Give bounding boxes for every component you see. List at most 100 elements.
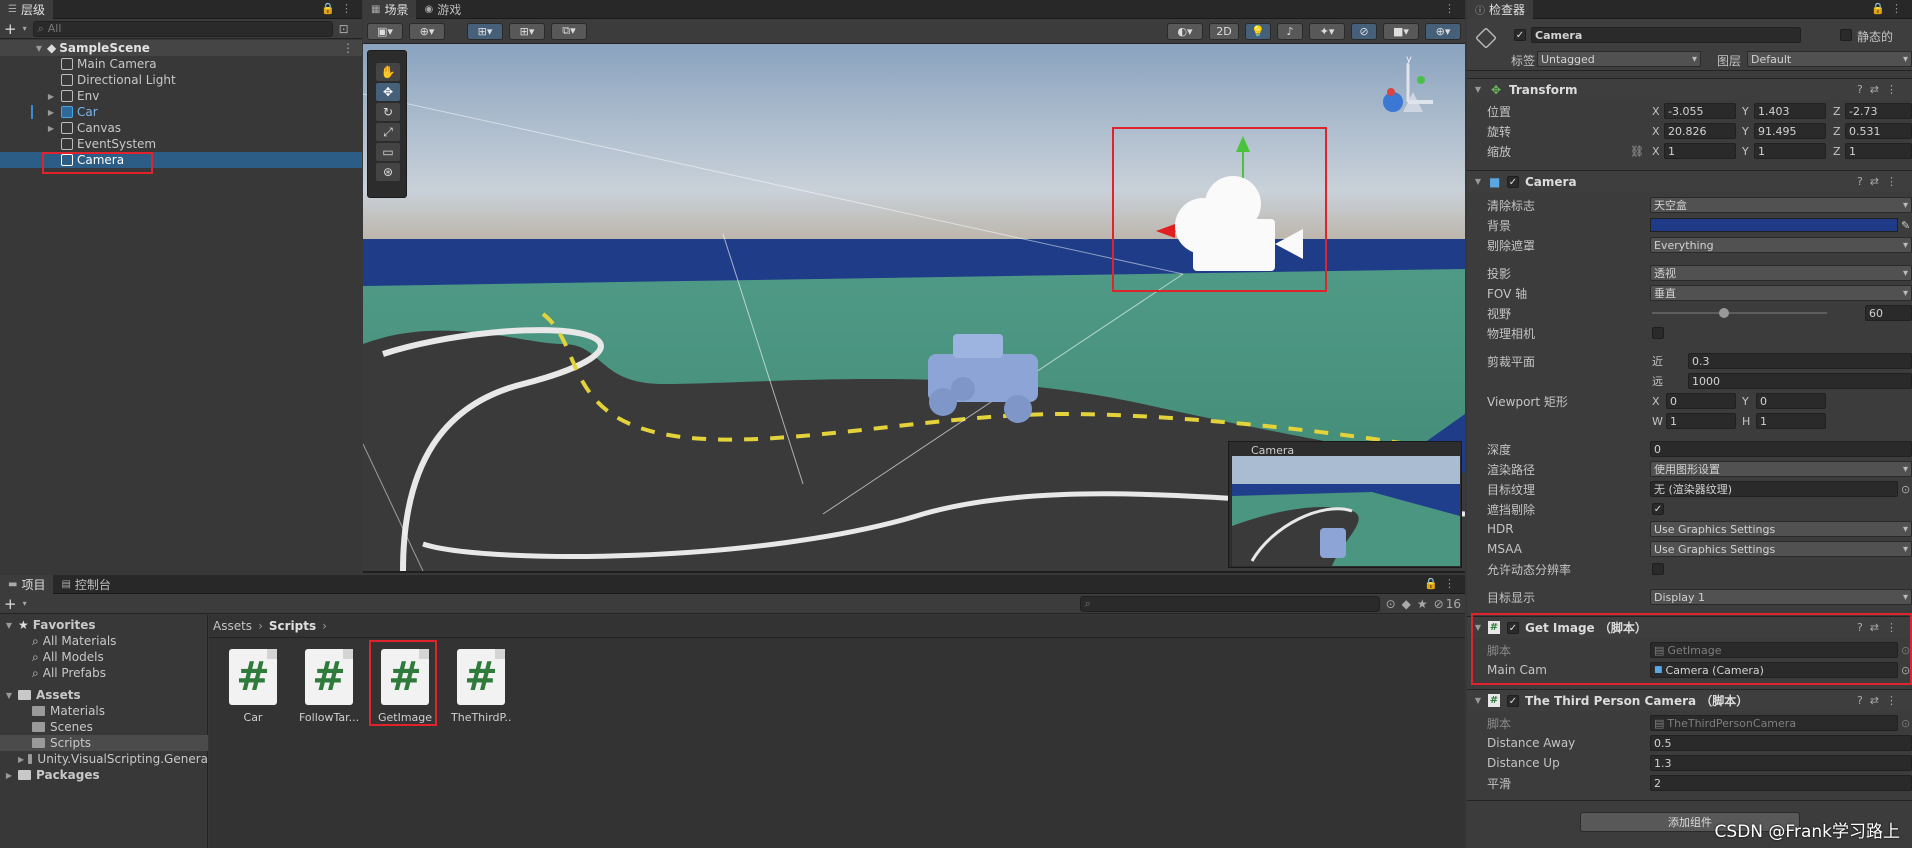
lock-menu-icons[interactable]: 🔒⋮ xyxy=(1871,2,1908,15)
fov-value-field[interactable]: 60 xyxy=(1865,305,1912,321)
script-file-followtarget[interactable]: # FollowTar... xyxy=(299,649,359,724)
hierarchy-search-input[interactable]: ⌕ All xyxy=(32,20,333,37)
scale-y-field[interactable]: 1 xyxy=(1754,143,1826,159)
thirdperson-component-header[interactable]: ▼ # ✓ The Third Person Camera （脚本） ?⇄⋮ xyxy=(1467,689,1912,711)
thirdperson-enabled-checkbox[interactable]: ✓ xyxy=(1507,694,1519,707)
layer-dropdown[interactable]: Default xyxy=(1747,51,1912,67)
hierarchy-item-directional-light[interactable]: Directional Light xyxy=(0,72,362,88)
tag-dropdown[interactable]: Untagged xyxy=(1537,51,1701,67)
expand-arrow-icon[interactable]: ▼ xyxy=(4,621,14,630)
audio-toggle-button[interactable]: ♪ xyxy=(1277,22,1303,40)
smooth-field[interactable]: 2 xyxy=(1650,775,1912,791)
folder-row[interactable]: Materials xyxy=(32,703,105,719)
draw-mode-button[interactable]: ▣▾ xyxy=(367,22,403,40)
component-help-preset-menu-icons[interactable]: ?⇄⋮ xyxy=(1857,175,1904,188)
global-pivot-button[interactable]: ⊕▾ xyxy=(409,22,445,40)
hidden-objects-button[interactable]: ⊘ xyxy=(1351,22,1377,40)
script-file-thethirdperson[interactable]: # TheThirdP... xyxy=(451,649,511,724)
mode-2d-button[interactable]: 2D xyxy=(1209,22,1239,40)
expand-arrow-icon[interactable]: ▶ xyxy=(46,108,56,117)
expand-arrow-icon[interactable]: ▼ xyxy=(34,44,44,53)
scene-visibility-icon[interactable]: ⊡ xyxy=(339,22,349,36)
scale-z-field[interactable]: 1 xyxy=(1845,143,1912,159)
scale-x-field[interactable]: 1 xyxy=(1664,143,1736,159)
grid-toggle-button[interactable]: ⧉▾ xyxy=(551,22,587,40)
position-x-field[interactable]: -3.055 xyxy=(1664,103,1736,119)
lock-menu-icons[interactable]: 🔒⋮ xyxy=(321,2,358,15)
scale-tool-icon[interactable]: ⤢ xyxy=(376,123,400,141)
hand-tool-icon[interactable]: ✋ xyxy=(376,63,400,81)
expand-arrow-icon[interactable]: ▼ xyxy=(1473,85,1483,94)
static-checkbox[interactable] xyxy=(1840,29,1852,41)
camera-component-header[interactable]: ▼ ■ ✓ Camera ?⇄⋮ xyxy=(1467,170,1912,192)
scene-menu-icon[interactable]: ⋮ xyxy=(342,41,354,55)
projection-dropdown[interactable]: 透视 xyxy=(1650,265,1912,281)
rect-tool-icon[interactable]: ▭ xyxy=(376,143,400,161)
hierarchy-item-eventsystem[interactable]: EventSystem xyxy=(0,136,362,152)
depth-field[interactable]: 0 xyxy=(1650,441,1912,457)
hierarchy-item-car[interactable]: ▶ Car xyxy=(0,104,362,120)
assets-row[interactable]: ▼ Assets xyxy=(4,687,81,703)
gizmos-button[interactable]: ⊕▾ xyxy=(1425,22,1461,40)
favorite-item[interactable]: ⌕ All Materials xyxy=(32,633,116,649)
msaa-dropdown[interactable]: Use Graphics Settings xyxy=(1650,541,1912,557)
camera-settings-button[interactable]: ■▾ xyxy=(1383,22,1419,40)
eyedropper-icon[interactable]: ✎ xyxy=(1901,219,1910,232)
favorite-item[interactable]: ⌕ All Models xyxy=(32,649,104,665)
distance-away-field[interactable]: 0.5 xyxy=(1650,735,1912,751)
move-tool-icon[interactable]: ✥ xyxy=(376,83,400,101)
viewport-y-field[interactable]: 0 xyxy=(1756,393,1826,409)
hierarchy-item-canvas[interactable]: ▶ Canvas xyxy=(0,120,362,136)
scene-viewport[interactable]: y ✋ ✥ ↻ ⤢ ▭ ⊛ Camera xyxy=(363,44,1465,571)
scene-row[interactable]: ▼ ◆ SampleScene ⋮ xyxy=(0,40,362,56)
tab-console[interactable]: ▤ 控制台 xyxy=(53,575,118,594)
physical-camera-checkbox[interactable] xyxy=(1652,327,1664,339)
breadcrumb-assets[interactable]: Assets xyxy=(213,619,252,633)
search-by-label-icon[interactable]: ◆ xyxy=(1402,597,1411,611)
position-y-field[interactable]: 1.403 xyxy=(1754,103,1826,119)
expand-arrow-icon[interactable]: ▶ xyxy=(18,755,24,764)
add-icon[interactable]: + xyxy=(4,20,17,38)
component-help-preset-menu-icons[interactable]: ?⇄⋮ xyxy=(1857,83,1904,96)
transform-header[interactable]: ▼ ✥ Transform ?⇄⋮ xyxy=(1467,78,1912,100)
scene-tab-menu-icon[interactable]: ⋮ xyxy=(1444,2,1461,15)
favorite-icon[interactable]: ★ xyxy=(1417,597,1428,611)
transform-tool-icon[interactable]: ⊛ xyxy=(376,163,400,181)
folder-row[interactable]: Scenes xyxy=(32,719,93,735)
expand-arrow-icon[interactable]: ▼ xyxy=(4,691,14,700)
background-color-field[interactable] xyxy=(1650,218,1898,232)
render-path-dropdown[interactable]: 使用图形设置 xyxy=(1650,461,1912,477)
increment-snap-button[interactable]: ⊞▾ xyxy=(509,22,545,40)
lighting-toggle-button[interactable]: 💡 xyxy=(1245,22,1271,40)
distance-up-field[interactable]: 1.3 xyxy=(1650,755,1912,771)
clear-flags-dropdown[interactable]: 天空盒 xyxy=(1650,197,1912,213)
add-dropdown-icon[interactable]: ▾ xyxy=(23,24,27,33)
component-help-preset-menu-icons[interactable]: ?⇄⋮ xyxy=(1857,694,1904,707)
camera-enabled-checkbox[interactable]: ✓ xyxy=(1507,175,1519,188)
expand-arrow-icon[interactable]: ▶ xyxy=(46,124,56,133)
hdr-dropdown[interactable]: Use Graphics Settings xyxy=(1650,521,1912,537)
dynamic-resolution-checkbox[interactable] xyxy=(1652,563,1664,575)
render-mode-button[interactable]: ◐▾ xyxy=(1167,22,1203,40)
tab-game[interactable]: ◉ 游戏 xyxy=(416,0,469,19)
camera-preview[interactable]: Camera xyxy=(1228,441,1462,568)
occlusion-checkbox[interactable]: ✓ xyxy=(1652,503,1664,515)
expand-arrow-icon[interactable]: ▼ xyxy=(1473,177,1483,186)
target-display-dropdown[interactable]: Display 1 xyxy=(1650,589,1912,605)
target-texture-field[interactable]: 无 (渲染器纹理) xyxy=(1650,481,1898,497)
lock-menu-icons[interactable]: 🔒⋮ xyxy=(1424,577,1461,590)
hierarchy-item-main-camera[interactable]: Main Camera xyxy=(0,56,362,72)
script-file-car[interactable]: # Car xyxy=(223,649,283,724)
tab-scene[interactable]: ▦ 场景 xyxy=(363,0,417,19)
expand-arrow-icon[interactable]: ▶ xyxy=(46,92,56,101)
rotate-tool-icon[interactable]: ↻ xyxy=(376,103,400,121)
tab-inspector[interactable]: ⓘ 检查器 xyxy=(1467,0,1534,19)
rotation-z-field[interactable]: 0.531 xyxy=(1845,123,1912,139)
viewport-x-field[interactable]: 0 xyxy=(1666,393,1736,409)
object-name-field[interactable]: Camera xyxy=(1531,27,1801,43)
folder-row[interactable]: ▶ Unity.VisualScripting.Genera xyxy=(18,751,208,767)
hidden-packages-icon[interactable]: ⊘ 16 xyxy=(1434,597,1461,611)
rotation-y-field[interactable]: 91.495 xyxy=(1754,123,1826,139)
far-clip-field[interactable]: 1000 xyxy=(1688,373,1912,389)
object-picker-icon[interactable]: ⊙ xyxy=(1901,483,1910,496)
